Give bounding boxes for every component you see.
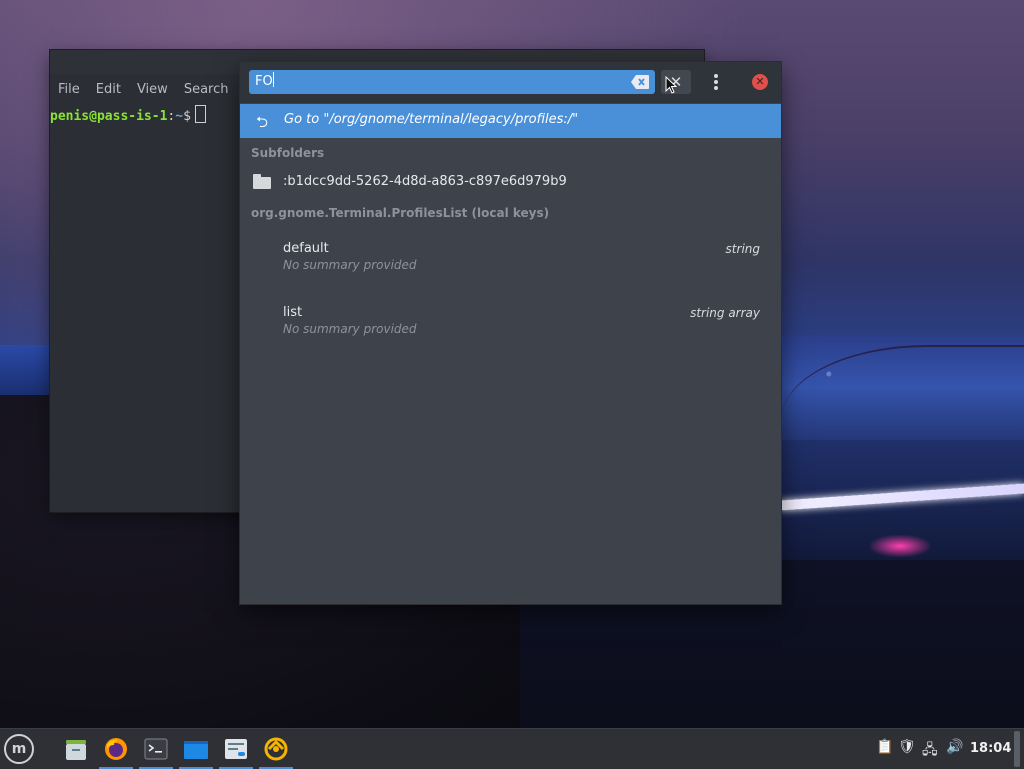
goto-label: Go to "/org/gnome/terminal/legacy/profil… bbox=[284, 112, 579, 127]
subfolder-row[interactable]: :b1dcc9dd-5262-4d8d-a863-c897e6d979b9 bbox=[240, 165, 781, 197]
menu-file[interactable]: File bbox=[50, 78, 88, 102]
key-name: list bbox=[283, 305, 303, 320]
key-type: string array bbox=[690, 306, 760, 320]
undo-arrow-icon: ⮌ bbox=[256, 113, 269, 131]
launcher-update-manager[interactable] bbox=[257, 731, 295, 769]
key-name: default bbox=[283, 241, 329, 256]
show-desktop-button[interactable] bbox=[1014, 731, 1020, 767]
key-type: string bbox=[725, 242, 760, 256]
taskbar: m 📋 🛡 🖧 🔊 18:04 bbox=[0, 728, 1024, 769]
dconf-editor-icon bbox=[225, 739, 247, 759]
subfolders-header: Subfolders bbox=[251, 146, 325, 160]
key-summary: No summary provided bbox=[283, 322, 417, 336]
keys-header: org.gnome.Terminal.ProfilesList (local k… bbox=[251, 206, 550, 220]
terminal-menubar: File Edit View Search T bbox=[50, 78, 260, 102]
key-summary: No summary provided bbox=[283, 258, 417, 272]
clock[interactable]: 18:04 bbox=[970, 741, 1011, 756]
prompt-user: penis@pass-is-1 bbox=[50, 109, 168, 124]
goto-path-row[interactable]: ⮌ Go to "/org/gnome/terminal/legacy/prof… bbox=[240, 104, 781, 138]
file-manager-icon bbox=[66, 740, 86, 760]
launcher-file-manager[interactable] bbox=[57, 731, 95, 769]
window-close-button[interactable]: ✕ bbox=[752, 74, 768, 90]
terminal-cursor bbox=[194, 105, 206, 123]
clear-text-icon[interactable] bbox=[631, 75, 649, 89]
key-row-default[interactable]: default No summary provided string bbox=[240, 241, 781, 291]
clipboard-icon[interactable]: 📋 bbox=[876, 739, 893, 759]
launcher-dconf-editor[interactable] bbox=[217, 731, 255, 769]
firefox-icon bbox=[105, 738, 127, 760]
menu-view[interactable]: View bbox=[129, 78, 176, 102]
launcher-firefox[interactable] bbox=[97, 731, 135, 769]
folder-icon bbox=[253, 174, 271, 189]
close-icon: ✕ bbox=[755, 75, 765, 88]
prompt-symbol: $ bbox=[183, 109, 191, 124]
menu-kebab-icon[interactable] bbox=[706, 72, 726, 92]
menu-search[interactable]: Search bbox=[176, 78, 237, 102]
network-icon[interactable]: 🖧 bbox=[922, 739, 938, 759]
shield-icon[interactable]: 🛡 bbox=[898, 739, 916, 759]
wallpaper-pink-light bbox=[870, 535, 930, 557]
mint-menu-icon[interactable]: m bbox=[4, 734, 34, 764]
launcher-window[interactable] bbox=[177, 731, 215, 769]
dconf-headerbar[interactable]: FO ✕ ✕ bbox=[240, 62, 781, 103]
launcher-terminal[interactable] bbox=[137, 731, 175, 769]
menu-edit[interactable]: Edit bbox=[88, 78, 129, 102]
terminal-prompt[interactable]: penis@pass-is-1:~$ bbox=[50, 105, 206, 124]
update-manager-icon bbox=[264, 737, 288, 761]
search-value: FO bbox=[255, 74, 273, 89]
window-icon bbox=[184, 741, 208, 759]
terminal-icon bbox=[144, 738, 168, 760]
volume-icon[interactable]: 🔊 bbox=[946, 739, 963, 759]
prompt-path: ~ bbox=[175, 109, 184, 124]
subfolder-name: :b1dcc9dd-5262-4d8d-a863-c897e6d979b9 bbox=[283, 174, 567, 189]
key-row-list[interactable]: list No summary provided string array bbox=[240, 305, 781, 355]
text-caret bbox=[272, 72, 274, 87]
dconf-editor-window[interactable]: FO ✕ ✕ ⮌ Go to "/org/gnome/terminal/lega… bbox=[240, 62, 781, 604]
search-input[interactable]: FO bbox=[249, 70, 655, 94]
mouse-pointer-icon bbox=[665, 76, 677, 94]
